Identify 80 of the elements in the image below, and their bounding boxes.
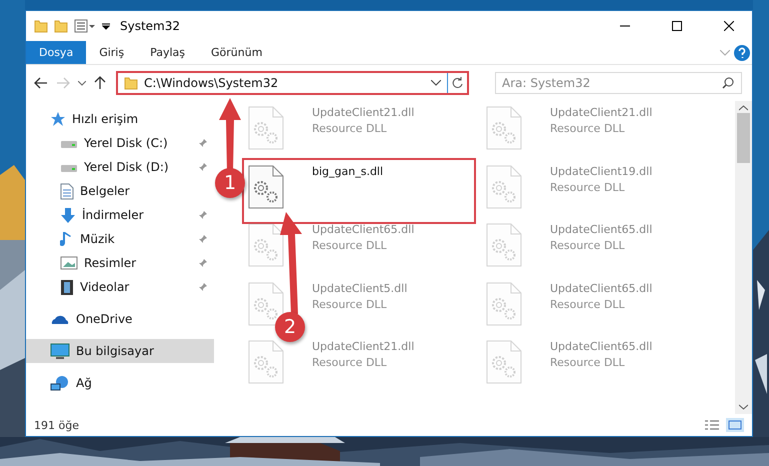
tiles-view-icon[interactable] [726,418,744,432]
file-type: Resource DLL [550,239,626,252]
caret-icon[interactable] [739,105,748,111]
caret-icon[interactable] [739,404,748,410]
ribbon-tab[interactable]: Görünüm [198,41,276,64]
file-name[interactable]: big_gan_s.dll [312,164,384,178]
caret-icon[interactable] [431,80,441,86]
cloud-icon [50,313,70,325]
back-arrow-icon[interactable] [32,75,50,91]
gear-file-icon [248,223,284,268]
file-name[interactable]: UpdateClient65.dll [550,282,652,295]
pin-icon[interactable] [198,258,208,268]
sidebar-item[interactable]: Belgeler [26,179,214,203]
sidebar-item[interactable]: İndirmeler [26,203,214,227]
properties-icon[interactable] [74,19,96,33]
address-field[interactable]: C:\Windows\System32 [116,71,469,95]
caret-icon[interactable] [102,22,110,30]
file-type: Resource DLL [312,239,388,252]
ribbon-tab[interactable]: Giriş [86,41,138,64]
scrollbar[interactable] [735,101,752,414]
file-name[interactable]: UpdateClient21.dll [312,340,414,354]
gear-file-icon [248,164,284,209]
gear-file-icon [248,282,284,326]
ribbon-tab[interactable]: Dosya [26,41,86,64]
file-type: Resource DLL [550,356,626,370]
ribbon-tab[interactable]: Paylaş [137,41,198,64]
folder-icon [124,76,138,90]
scrollbar-thumb[interactable] [737,113,750,163]
star-icon [50,111,66,127]
pin-icon[interactable] [198,282,208,292]
search-field[interactable]: Ara: System32 [495,72,742,94]
file-name[interactable]: UpdateClient65.dll [550,340,652,354]
gear-file-icon [248,340,284,384]
maximize-icon [672,21,682,31]
sidebar-item[interactable]: Bu bilgisayar [26,339,214,363]
download-icon [60,206,76,224]
picture-icon [60,256,78,270]
pin-icon[interactable] [198,234,208,244]
music-note-icon [60,230,74,248]
file-name[interactable]: UpdateClient65.dll [550,223,652,236]
file-type: Resource DLL [312,356,388,370]
pin-icon[interactable] [198,162,208,172]
gear-file-icon [248,106,284,150]
window-title: System32 [120,19,182,33]
file-name[interactable]: UpdateClient21.dll [312,106,414,119]
network-icon [50,374,70,392]
file-type: Resource DLL [550,180,626,194]
file-type: Resource DLL [312,298,388,311]
file-name[interactable]: UpdateClient65.dll [312,223,414,236]
sidebar-item[interactable]: OneDrive [26,307,214,331]
sidebar-item[interactable]: Yerel Disk (D:) [26,155,214,179]
film-icon [60,278,74,296]
computer-icon [50,342,70,360]
file-type: Resource DLL [550,298,626,311]
gear-file-icon [486,106,522,150]
sidebar-item[interactable]: Yerel Disk (C:) [26,131,214,155]
file-type: Resource DLL [312,122,388,135]
sidebar-item[interactable]: Videolar [26,275,214,299]
folder-icon [54,19,68,33]
folder-icon [34,19,48,33]
pin-icon[interactable] [198,138,208,148]
item-count: 191 öğe [34,418,80,432]
file-name[interactable]: UpdateClient19.dll [550,164,652,178]
sidebar-item[interactable]: Hızlı erişim [26,107,214,131]
file-type: Resource DLL [550,122,626,135]
gear-file-icon [486,282,522,326]
search-icon [722,77,734,89]
gear-file-icon [486,164,522,209]
pin-icon[interactable] [198,210,208,220]
details-view-icon[interactable] [704,419,720,431]
file-name[interactable]: UpdateClient5.dll [312,282,408,295]
sidebar-item[interactable]: Ağ [26,371,214,395]
close-icon [724,21,734,31]
gear-file-icon [486,223,522,268]
sidebar-item[interactable]: Resimler [26,251,214,275]
file-name[interactable]: UpdateClient21.dll [550,106,652,119]
gear-file-icon [486,340,522,384]
document-icon [60,182,74,200]
up-arrow-icon[interactable] [92,74,108,92]
sidebar-item[interactable]: Müzik [26,227,214,251]
